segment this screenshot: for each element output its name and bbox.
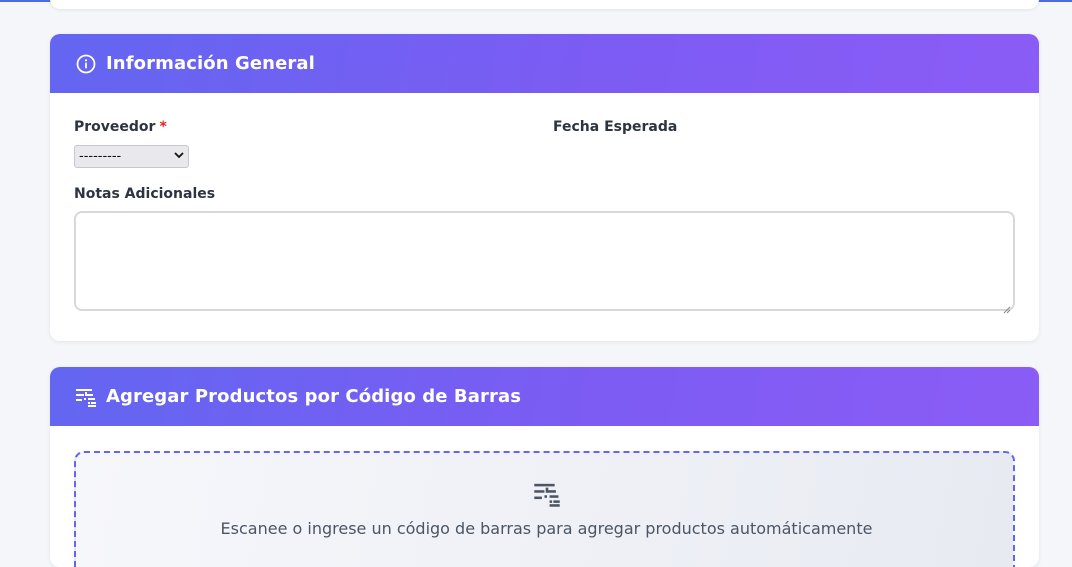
expected-date-label: Fecha Esperada bbox=[553, 119, 678, 135]
general-info-title: Información General bbox=[106, 53, 315, 74]
barcode-instruction: Escanee o ingrese un código de barras pa… bbox=[220, 519, 873, 538]
barcode-title: Agregar Productos por Código de Barras bbox=[106, 386, 522, 407]
supplier-select[interactable]: --------- bbox=[74, 145, 189, 168]
barcode-card: Agregar Productos por Código de Barras E… bbox=[50, 367, 1039, 567]
barcode-header: Agregar Productos por Código de Barras bbox=[50, 367, 1039, 426]
notes-label: Notas Adicionales bbox=[74, 186, 216, 202]
supplier-label-text: Proveedor bbox=[74, 119, 156, 135]
general-info-header: Información General bbox=[50, 34, 1039, 93]
resize-handle-icon[interactable] bbox=[1003, 299, 1011, 314]
barcode-icon bbox=[533, 480, 561, 508]
barcode-scan-dropzone[interactable]: Escanee o ingrese un código de barras pa… bbox=[74, 451, 1015, 567]
general-info-card: Información General Proveedor * ---------… bbox=[50, 34, 1039, 341]
barcode-scan-icon bbox=[75, 386, 97, 408]
required-marker: * bbox=[159, 119, 167, 135]
notes-textarea[interactable] bbox=[74, 211, 1015, 314]
supplier-label: Proveedor * bbox=[74, 119, 167, 135]
info-circle-icon bbox=[75, 53, 97, 75]
previous-card bbox=[50, 0, 1039, 9]
supplier-select-value: --------- bbox=[79, 149, 122, 164]
chevron-down-icon bbox=[174, 151, 184, 162]
